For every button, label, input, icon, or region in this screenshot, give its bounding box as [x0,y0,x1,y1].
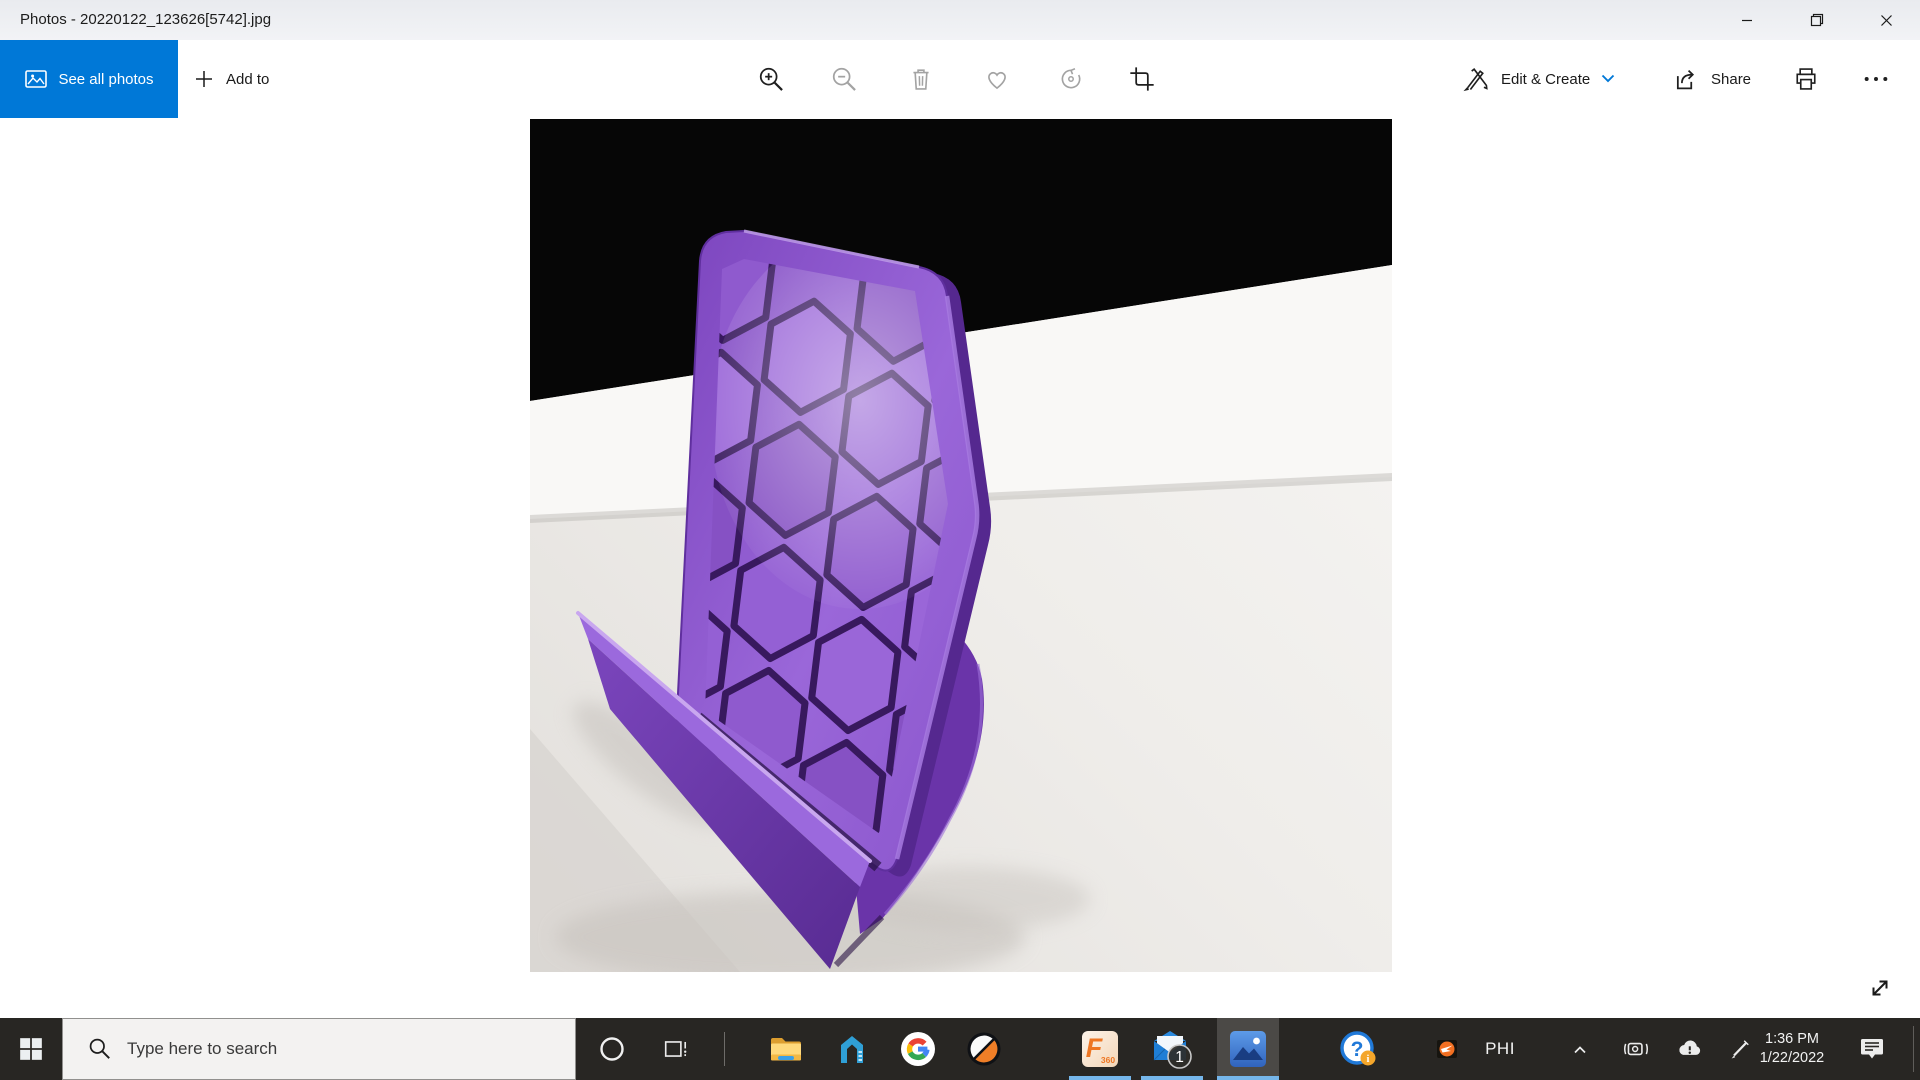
edit-create-button[interactable]: Edit & Create [1462,40,1615,118]
chevron-down-icon [1601,74,1615,84]
task-view-button[interactable] [645,1018,707,1080]
photo-image [530,119,1392,972]
svg-text:i: i [1367,1054,1370,1065]
zoom-in-button[interactable] [757,40,785,118]
see-more-button[interactable] [1862,40,1890,118]
minimize-icon [1741,14,1753,26]
tray-region-button[interactable]: PHI [1468,1018,1532,1080]
windows-start-icon [18,1036,44,1062]
share-icon [1672,65,1700,93]
zoom-out-button[interactable] [830,40,858,118]
print-button[interactable] [1792,40,1820,118]
rotate-button[interactable] [1057,40,1085,118]
hidden-icons-button[interactable] [1558,1018,1602,1080]
running-indicator-fusion [1069,1076,1131,1080]
task-view-icon [663,1036,689,1062]
search-icon [87,1036,113,1062]
svg-text:1: 1 [1175,1049,1184,1066]
file-explorer-icon [769,1032,803,1066]
see-more-icon [1862,65,1890,93]
get-help-button[interactable]: ? i [1327,1018,1389,1080]
orange-circle-app-button[interactable] [953,1018,1015,1080]
running-indicator-mail [1141,1076,1203,1080]
show-desktop-button[interactable] [1913,1026,1914,1072]
photos-app-button[interactable] [1217,1018,1279,1080]
zoom-out-icon [830,65,858,93]
trash-icon [907,65,935,93]
photos-grid-icon [24,67,48,91]
action-center-icon [1859,1036,1885,1062]
chevron-up-icon [1572,1043,1588,1055]
viewer-canvas [0,118,1920,1018]
diagonal-resize-icon [1866,974,1894,1002]
add-to-label: Add to [226,71,269,88]
taskbar: Type here to search [0,1018,1920,1080]
delete-button[interactable] [907,40,935,118]
share-label: Share [1711,71,1751,88]
photos-app-icon [1229,1030,1267,1068]
close-button[interactable] [1863,0,1909,40]
plus-icon [192,67,216,91]
crop-icon [1128,65,1156,93]
heart-icon [983,65,1011,93]
svg-text:360: 360 [1101,1055,1115,1065]
file-explorer-button[interactable] [755,1018,817,1080]
google-icon [900,1031,936,1067]
title-bar: Photos - 20220122_123626[5742].jpg [0,0,1920,40]
rotate-icon [1057,65,1085,93]
see-all-photos-label: See all photos [58,71,153,88]
crop-button[interactable] [1128,40,1156,118]
taskbar-search-input[interactable]: Type here to search [62,1018,576,1080]
start-button[interactable] [0,1018,62,1080]
edit-create-label: Edit & Create [1501,71,1590,88]
google-button[interactable] [887,1018,949,1080]
clock-date: 1/22/2022 [1760,1049,1825,1068]
command-bar: See all photos Add to [0,40,1920,118]
onedrive-alert-cloud-icon [1676,1035,1704,1063]
get-help-icon: ? i [1339,1030,1377,1068]
photos-app-window: Photos - 20220122_123626[5742].jpg S [0,0,1920,1080]
mail-button[interactable]: 1 [1141,1018,1203,1080]
running-indicator-photos [1217,1076,1279,1080]
cortana-button[interactable] [581,1018,643,1080]
restore-button[interactable] [1794,0,1840,40]
taskbar-clock[interactable]: 1:36 PM 1/22/2022 [1742,1018,1842,1080]
taskbar-separator [724,1032,725,1066]
fusion-360-icon: F 360 [1081,1030,1119,1068]
fusion-360-button[interactable]: F 360 [1069,1018,1131,1080]
phi-team-icon [1437,1039,1457,1059]
add-to-button[interactable]: Add to [192,40,269,118]
orange-circle-app-icon [966,1031,1002,1067]
meet-now-camera-icon [1622,1035,1650,1063]
phi-team-tray-button[interactable] [1432,1018,1462,1080]
see-all-photos-button[interactable]: See all photos [0,40,178,118]
close-icon [1880,14,1893,27]
clock-time: 1:36 PM [1765,1030,1819,1049]
cortana-icon [598,1035,626,1063]
favorite-button[interactable] [983,40,1011,118]
mail-icon: 1 [1151,1028,1193,1070]
tray-region-label: PHI [1485,1039,1515,1059]
cura-icon [835,1032,869,1066]
search-placeholder: Type here to search [127,1039,277,1059]
edit-pencils-icon [1462,65,1490,93]
meet-now-button[interactable] [1612,1018,1660,1080]
onedrive-button[interactable] [1666,1018,1714,1080]
action-center-button[interactable] [1846,1018,1898,1080]
cura-button[interactable] [821,1018,883,1080]
printer-icon [1792,65,1820,93]
fullscreen-expand-button[interactable] [1862,970,1898,1006]
minimize-button[interactable] [1724,0,1770,40]
share-button[interactable]: Share [1672,40,1751,118]
window-title: Photos - 20220122_123626[5742].jpg [20,0,271,40]
restore-icon [1810,13,1824,27]
zoom-in-icon [757,65,785,93]
